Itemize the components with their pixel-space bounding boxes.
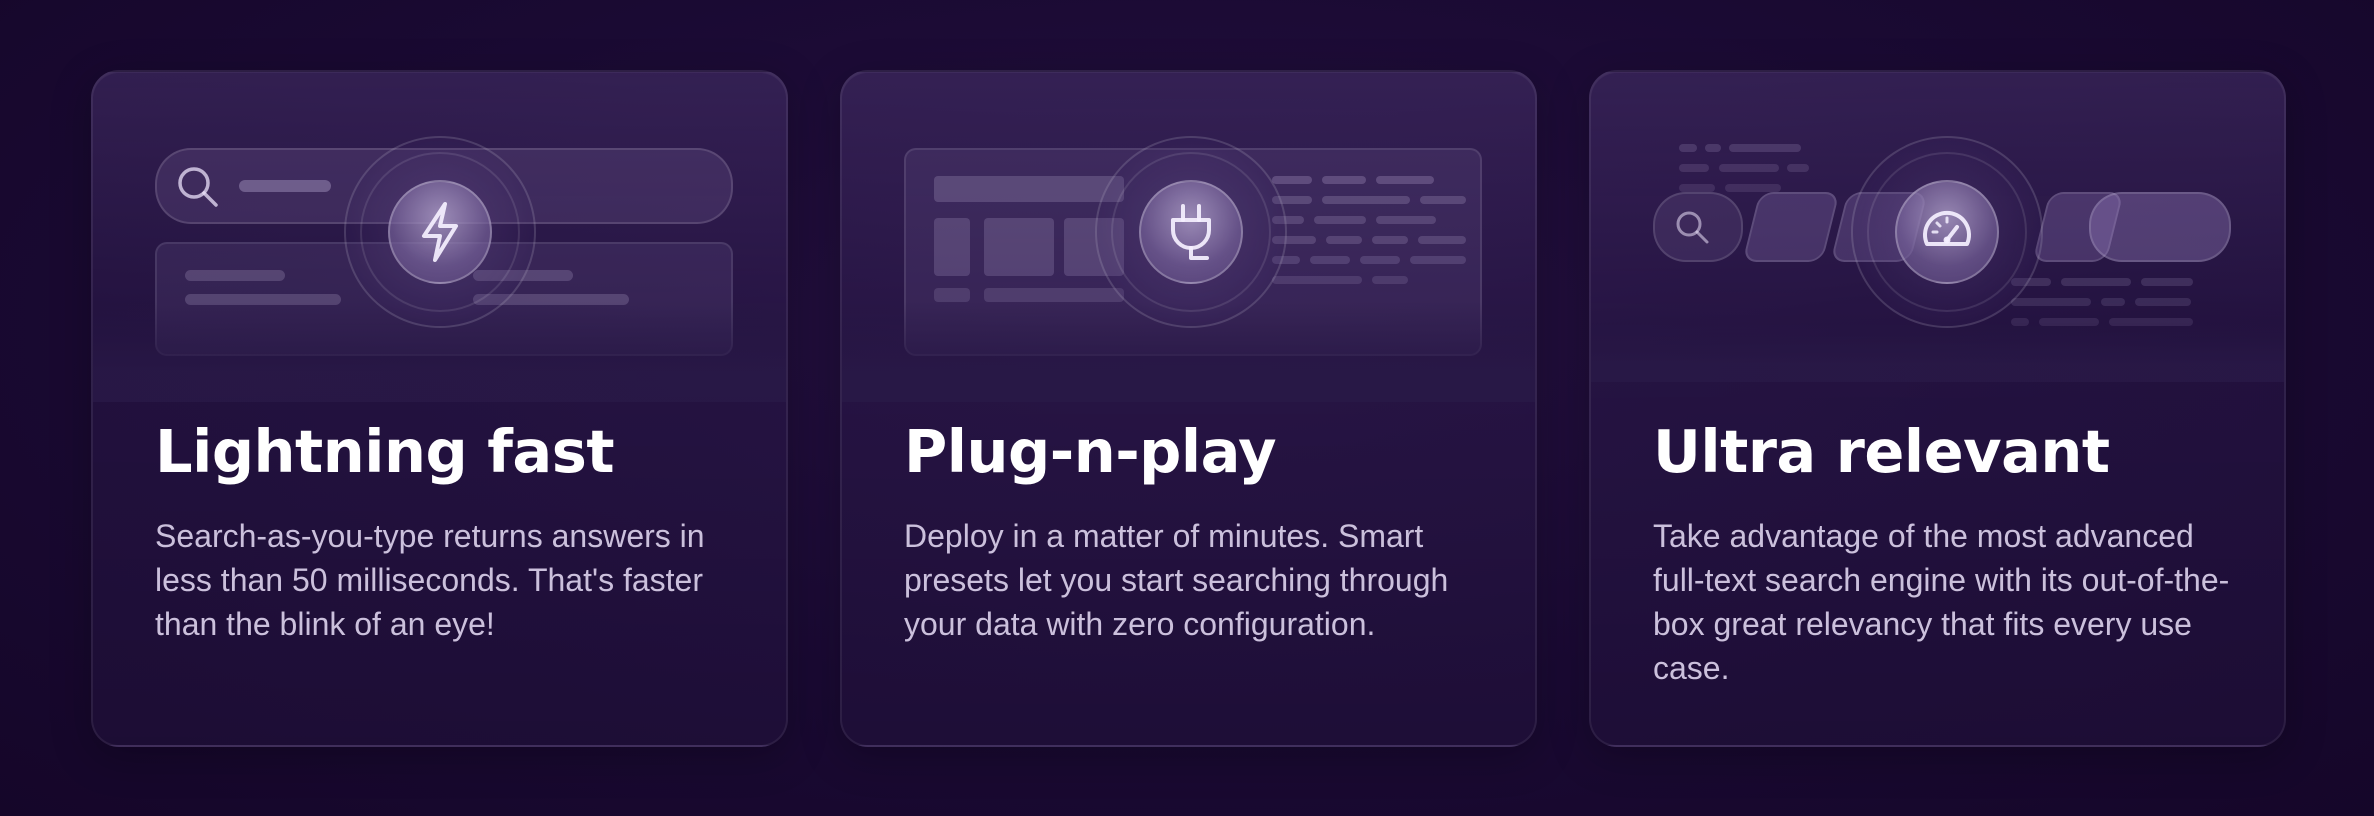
search-bar-illustration — [93, 72, 786, 402]
card-title: Plug-n-play — [904, 417, 1277, 486]
feature-card-plug-n-play: Plug-n-play Deploy in a matter of minute… — [840, 70, 1537, 747]
search-icon — [1676, 211, 1709, 244]
card-description: Deploy in a matter of minutes. Smart pre… — [904, 518, 1449, 642]
feature-card-lightning-fast: Lightning fast Search-as-you-type return… — [91, 70, 788, 747]
dashboard-illustration — [842, 72, 1535, 402]
lightning-icon — [422, 202, 458, 262]
card-description: Search-as-you-type returns answers in le… — [155, 518, 705, 642]
speedometer-icon — [1923, 210, 1971, 246]
feature-card-ultra-relevant: Ultra relevant Take advantage of the mos… — [1589, 70, 2286, 747]
card-title: Ultra relevant — [1653, 417, 2110, 486]
relevancy-illustration — [1591, 72, 2284, 382]
search-icon — [178, 167, 218, 207]
plug-icon — [1171, 204, 1211, 260]
card-description: Take advantage of the most advanced full… — [1653, 518, 2230, 686]
card-title: Lightning fast — [155, 417, 615, 486]
